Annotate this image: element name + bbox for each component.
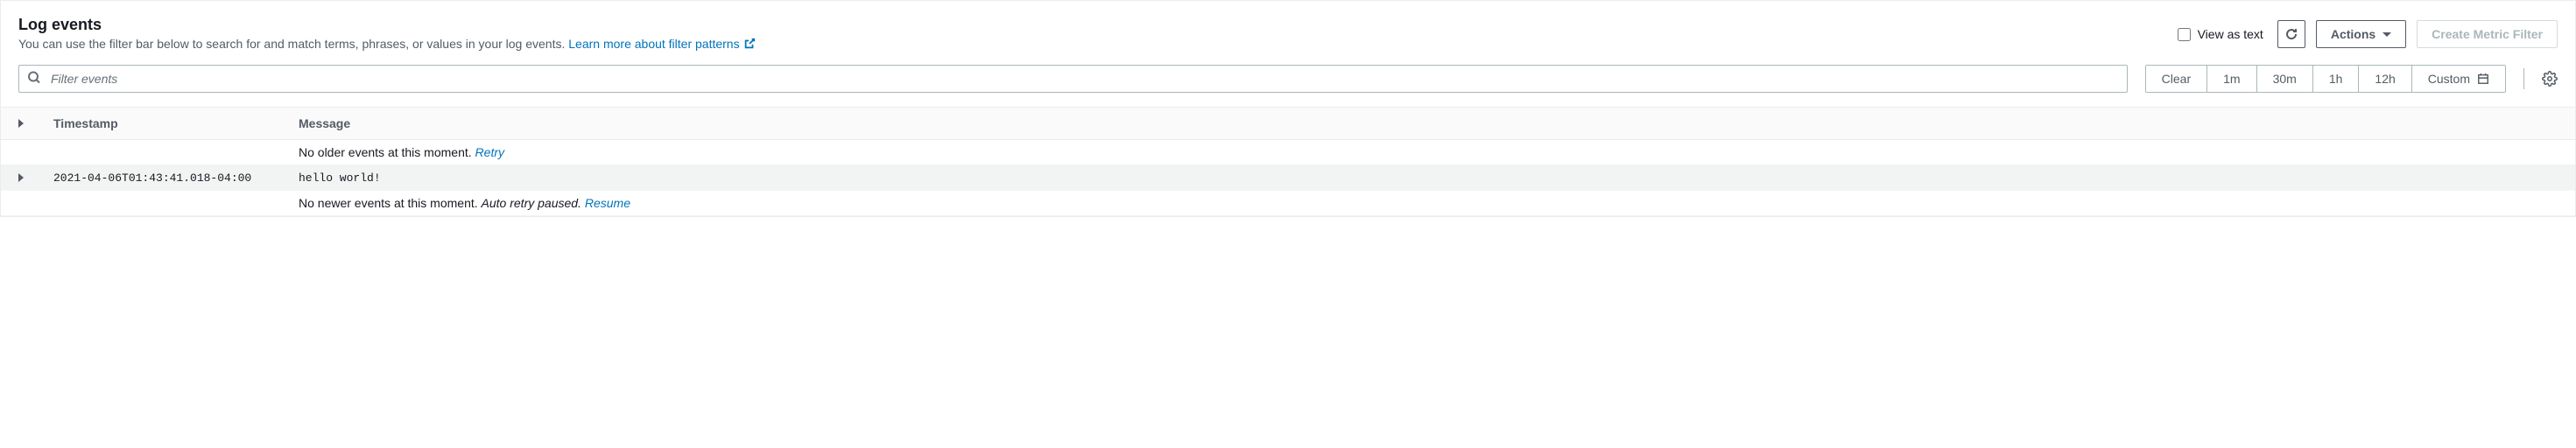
refresh-button[interactable]: [2277, 20, 2305, 48]
log-row[interactable]: 2021-04-06T01:43:41.018-04:00 hello worl…: [1, 165, 2575, 191]
filter-input-wrap: [18, 65, 2128, 93]
auto-retry-text: Auto retry paused.: [482, 196, 585, 210]
toolbar-divider: [2523, 68, 2524, 89]
time-custom-button[interactable]: Custom: [2412, 66, 2505, 92]
learn-more-text: Learn more about filter patterns: [568, 37, 739, 51]
table-header: Timestamp Message: [1, 107, 2575, 140]
filter-toolbar: Clear 1m 30m 1h 12h Custom: [1, 65, 2575, 107]
create-metric-filter-button[interactable]: Create Metric Filter: [2417, 20, 2558, 48]
no-newer-row: No newer events at this moment. Auto ret…: [1, 191, 2575, 216]
time-1h-button[interactable]: 1h: [2313, 66, 2360, 92]
refresh-icon: [2284, 27, 2298, 41]
time-30m-button[interactable]: 30m: [2257, 66, 2313, 92]
log-events-panel: Log events You can use the filter bar be…: [0, 0, 2576, 217]
expand-all-column: [18, 116, 53, 130]
external-link-icon: [743, 38, 756, 52]
subtitle-text: You can use the filter bar below to sear…: [18, 37, 568, 51]
gear-icon: [2542, 71, 2558, 87]
page-subtitle: You can use the filter bar below to sear…: [18, 37, 2178, 52]
view-as-text-toggle[interactable]: View as text: [2178, 27, 2263, 41]
time-range-group: Clear 1m 30m 1h 12h Custom: [2145, 65, 2506, 93]
actions-dropdown[interactable]: Actions: [2316, 20, 2406, 48]
no-newer-text: No newer events at this moment.: [299, 196, 482, 210]
timestamp-header[interactable]: Timestamp: [53, 116, 299, 130]
log-timestamp: 2021-04-06T01:43:41.018-04:00: [53, 172, 299, 185]
no-older-row: No older events at this moment. Retry: [1, 140, 2575, 165]
filter-events-input[interactable]: [18, 65, 2128, 93]
no-older-text: No older events at this moment.: [299, 145, 475, 159]
time-custom-label: Custom: [2428, 72, 2470, 86]
time-12h-button[interactable]: 12h: [2359, 66, 2411, 92]
time-1m-button[interactable]: 1m: [2207, 66, 2256, 92]
expand-all-icon[interactable]: [18, 119, 24, 128]
create-filter-label: Create Metric Filter: [2432, 27, 2543, 41]
panel-header: Log events You can use the filter bar be…: [1, 1, 2575, 65]
header-actions: View as text Actions Create Metric Filte…: [2178, 15, 2558, 48]
settings-button[interactable]: [2542, 71, 2558, 87]
calendar-icon: [2477, 73, 2489, 85]
page-title: Log events: [18, 15, 2178, 35]
expand-row-icon[interactable]: [18, 173, 24, 182]
learn-more-link[interactable]: Learn more about filter patterns: [568, 37, 755, 51]
view-as-text-label: View as text: [2198, 27, 2263, 41]
actions-label: Actions: [2331, 27, 2375, 41]
log-message: hello world!: [299, 172, 2558, 185]
search-icon: [27, 71, 41, 88]
retry-link[interactable]: Retry: [475, 145, 504, 159]
resume-link[interactable]: Resume: [585, 196, 630, 210]
message-header[interactable]: Message: [299, 116, 2558, 130]
header-left: Log events You can use the filter bar be…: [18, 15, 2178, 52]
caret-down-icon: [2382, 32, 2391, 37]
time-clear-button[interactable]: Clear: [2146, 66, 2207, 92]
view-as-text-checkbox[interactable]: [2178, 28, 2191, 41]
